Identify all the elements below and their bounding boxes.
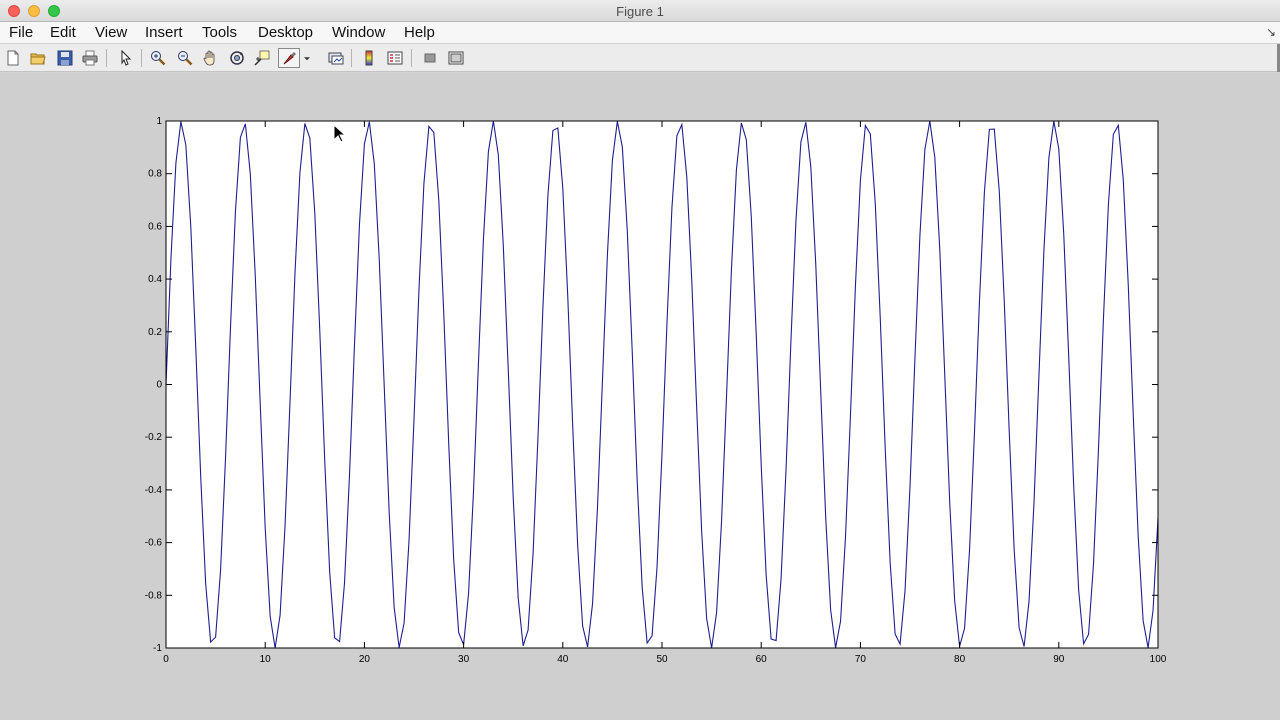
x-tick-label: 20 xyxy=(359,654,371,665)
menu-view[interactable]: View xyxy=(95,24,127,41)
toolbar-separator xyxy=(411,49,412,67)
y-tick-label: -0.8 xyxy=(145,590,163,601)
y-tick-label: 1 xyxy=(156,116,162,127)
window-title: Figure 1 xyxy=(616,4,664,19)
y-tick-label: 0.2 xyxy=(148,327,162,338)
y-tick-label: 0.6 xyxy=(148,221,162,232)
mouse-cursor-icon xyxy=(333,124,347,143)
figure-window: Figure 1 File Edit View Insert Tools Des… xyxy=(0,0,1280,720)
menu-window[interactable]: Window xyxy=(332,24,385,41)
print-icon[interactable] xyxy=(80,48,100,68)
save-icon[interactable] xyxy=(55,48,75,68)
figure-toolbar xyxy=(0,44,1280,72)
x-tick-label: 90 xyxy=(1053,654,1065,665)
rotate-3d-icon[interactable] xyxy=(227,48,247,68)
title-bar[interactable]: Figure 1 xyxy=(0,0,1280,22)
x-tick-label: 40 xyxy=(557,654,569,665)
plot-svg[interactable]: 0 10 20 30 40 50 60 70 80 90 100-1-0.8-0.6-0.4-0.2… xyxy=(0,73,1280,720)
y-tick-label: -0.2 xyxy=(145,432,163,443)
y-tick-label: 0 xyxy=(156,380,162,391)
menu-tools[interactable]: Tools xyxy=(202,24,237,41)
toolbar-separator xyxy=(351,49,352,67)
x-tick-label: 70 xyxy=(855,654,867,665)
brush-dropdown-icon[interactable] xyxy=(301,48,313,68)
x-tick-label: 80 xyxy=(954,654,966,665)
y-tick-label: -0.4 xyxy=(145,485,163,496)
y-tick-label: -1 xyxy=(153,643,162,654)
menu-desktop[interactable]: Desktop xyxy=(258,24,313,41)
y-tick-label: 0.8 xyxy=(148,169,162,180)
show-plot-tools-icon[interactable] xyxy=(446,48,466,68)
insert-colorbar-icon[interactable] xyxy=(359,48,379,68)
link-plot-icon[interactable] xyxy=(326,48,346,68)
edit-plot-arrow-icon[interactable] xyxy=(116,48,136,68)
x-tick-label: 0 xyxy=(163,654,169,665)
x-tick-label: 100 xyxy=(1150,654,1167,665)
zoom-in-icon[interactable] xyxy=(148,48,168,68)
axes-background[interactable] xyxy=(166,121,1158,648)
y-tick-label: 0.4 xyxy=(148,274,162,285)
brush-icon[interactable] xyxy=(278,48,300,68)
menu-insert[interactable]: Insert xyxy=(145,24,183,41)
x-tick-label: 60 xyxy=(756,654,768,665)
zoom-out-icon[interactable] xyxy=(175,48,195,68)
menu-help[interactable]: Help xyxy=(404,24,435,41)
x-tick-label: 10 xyxy=(260,654,272,665)
menu-edit[interactable]: Edit xyxy=(50,24,76,41)
x-tick-label: 50 xyxy=(656,654,668,665)
pan-hand-icon[interactable] xyxy=(200,48,220,68)
menu-file[interactable]: File xyxy=(9,24,33,41)
hide-plot-tools-icon[interactable] xyxy=(420,48,440,68)
menu-bar: File Edit View Insert Tools Desktop Wind… xyxy=(0,22,1280,44)
insert-legend-icon[interactable] xyxy=(385,48,405,68)
new-figure-icon[interactable] xyxy=(3,48,23,68)
open-file-icon[interactable] xyxy=(28,48,48,68)
figure-canvas[interactable]: 0 10 20 30 40 50 60 70 80 90 100 -1 -0.8 -0.6 -0.4 -0.2… xyxy=(0,73,1280,720)
toolbar-separator xyxy=(106,49,107,67)
data-cursor-icon[interactable] xyxy=(252,48,272,68)
y-tick-label: -0.6 xyxy=(145,538,163,549)
undock-arrow-icon[interactable]: ↘ xyxy=(1266,25,1276,39)
x-tick-label: 30 xyxy=(458,654,470,665)
toolbar-separator xyxy=(141,49,142,67)
